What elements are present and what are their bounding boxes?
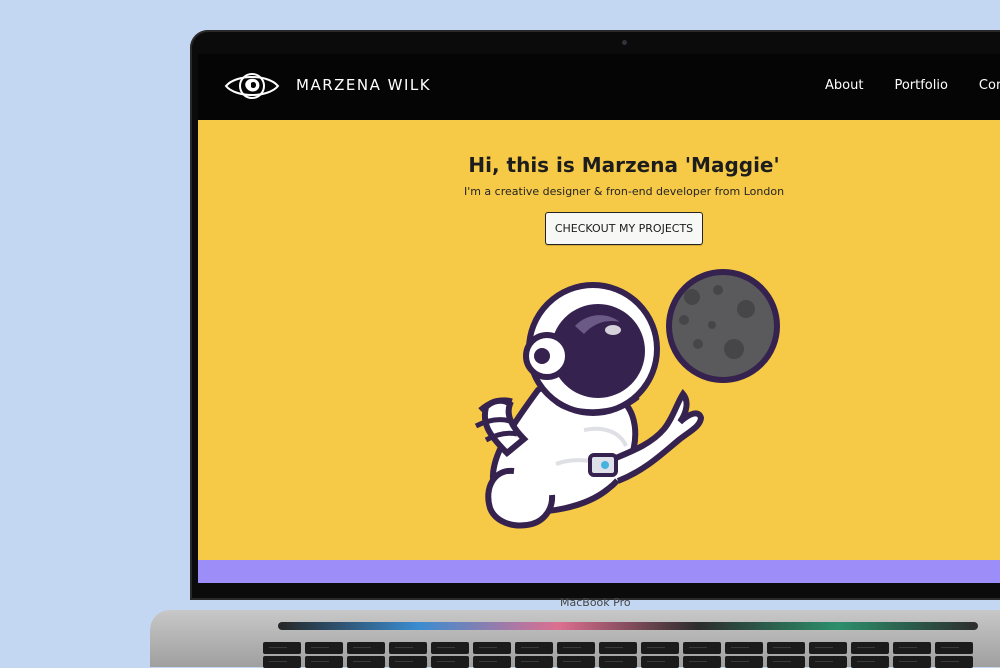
macbook-model-label: MacBook Pro xyxy=(560,596,631,609)
keyboard-key xyxy=(641,642,679,654)
moon-icon xyxy=(666,269,780,383)
keyboard-key xyxy=(389,642,427,654)
keyboard-key xyxy=(263,656,301,668)
keyboard-key xyxy=(683,656,721,668)
keyboard-key xyxy=(683,642,721,654)
keyboard-key xyxy=(347,656,385,668)
keyboard-key xyxy=(431,642,469,654)
keyboard-key xyxy=(809,656,847,668)
keyboard-key xyxy=(767,642,805,654)
eye-logo-icon[interactable] xyxy=(222,66,282,106)
primary-nav: About Portfolio Contact xyxy=(825,78,1000,93)
astronaut-illustration xyxy=(474,269,780,529)
touch-bar xyxy=(278,622,978,630)
keyboard-key xyxy=(557,656,595,668)
keyboard-key xyxy=(893,656,931,668)
nav-contact-link[interactable]: Contact xyxy=(979,78,1000,93)
keyboard-key xyxy=(851,642,889,654)
keyboard-row-lower xyxy=(263,656,1000,668)
website-screen: MARZENA WILK About Portfolio Contact Hi,… xyxy=(198,54,1000,583)
keyboard-key xyxy=(473,642,511,654)
keyboard-key xyxy=(935,656,973,668)
keyboard-key xyxy=(305,642,343,654)
checkout-projects-button[interactable]: CHECKOUT MY PROJECTS xyxy=(545,212,703,245)
keyboard-key xyxy=(515,656,553,668)
keyboard-key xyxy=(263,642,301,654)
keyboard-key xyxy=(473,656,511,668)
keyboard-key xyxy=(851,656,889,668)
hero-subtitle: I'm a creative designer & fron-end devel… xyxy=(463,185,785,198)
site-navigation: MARZENA WILK About Portfolio Contact xyxy=(198,54,1000,120)
camera-icon xyxy=(622,40,627,45)
keyboard-key xyxy=(767,656,805,668)
nav-about-link[interactable]: About xyxy=(825,78,863,93)
keyboard-key xyxy=(557,642,595,654)
keyboard-key xyxy=(305,656,343,668)
brand-name[interactable]: MARZENA WILK xyxy=(296,76,431,94)
nav-portfolio-link[interactable]: Portfolio xyxy=(894,78,947,93)
keyboard-key xyxy=(515,642,553,654)
keyboard-key xyxy=(389,656,427,668)
keyboard-key xyxy=(599,656,637,668)
keyboard-key xyxy=(935,642,973,654)
hero-title: Hi, this is Marzena 'Maggie' xyxy=(468,153,780,178)
keyboard-key xyxy=(893,642,931,654)
keyboard-key xyxy=(431,656,469,668)
keyboard-key xyxy=(347,642,385,654)
keyboard-key xyxy=(725,656,763,668)
keyboard-key xyxy=(809,642,847,654)
keyboard-key xyxy=(725,642,763,654)
purple-section-band xyxy=(198,560,1000,583)
keyboard-key xyxy=(641,656,679,668)
keyboard-row-upper xyxy=(263,642,1000,654)
keyboard-key xyxy=(599,642,637,654)
